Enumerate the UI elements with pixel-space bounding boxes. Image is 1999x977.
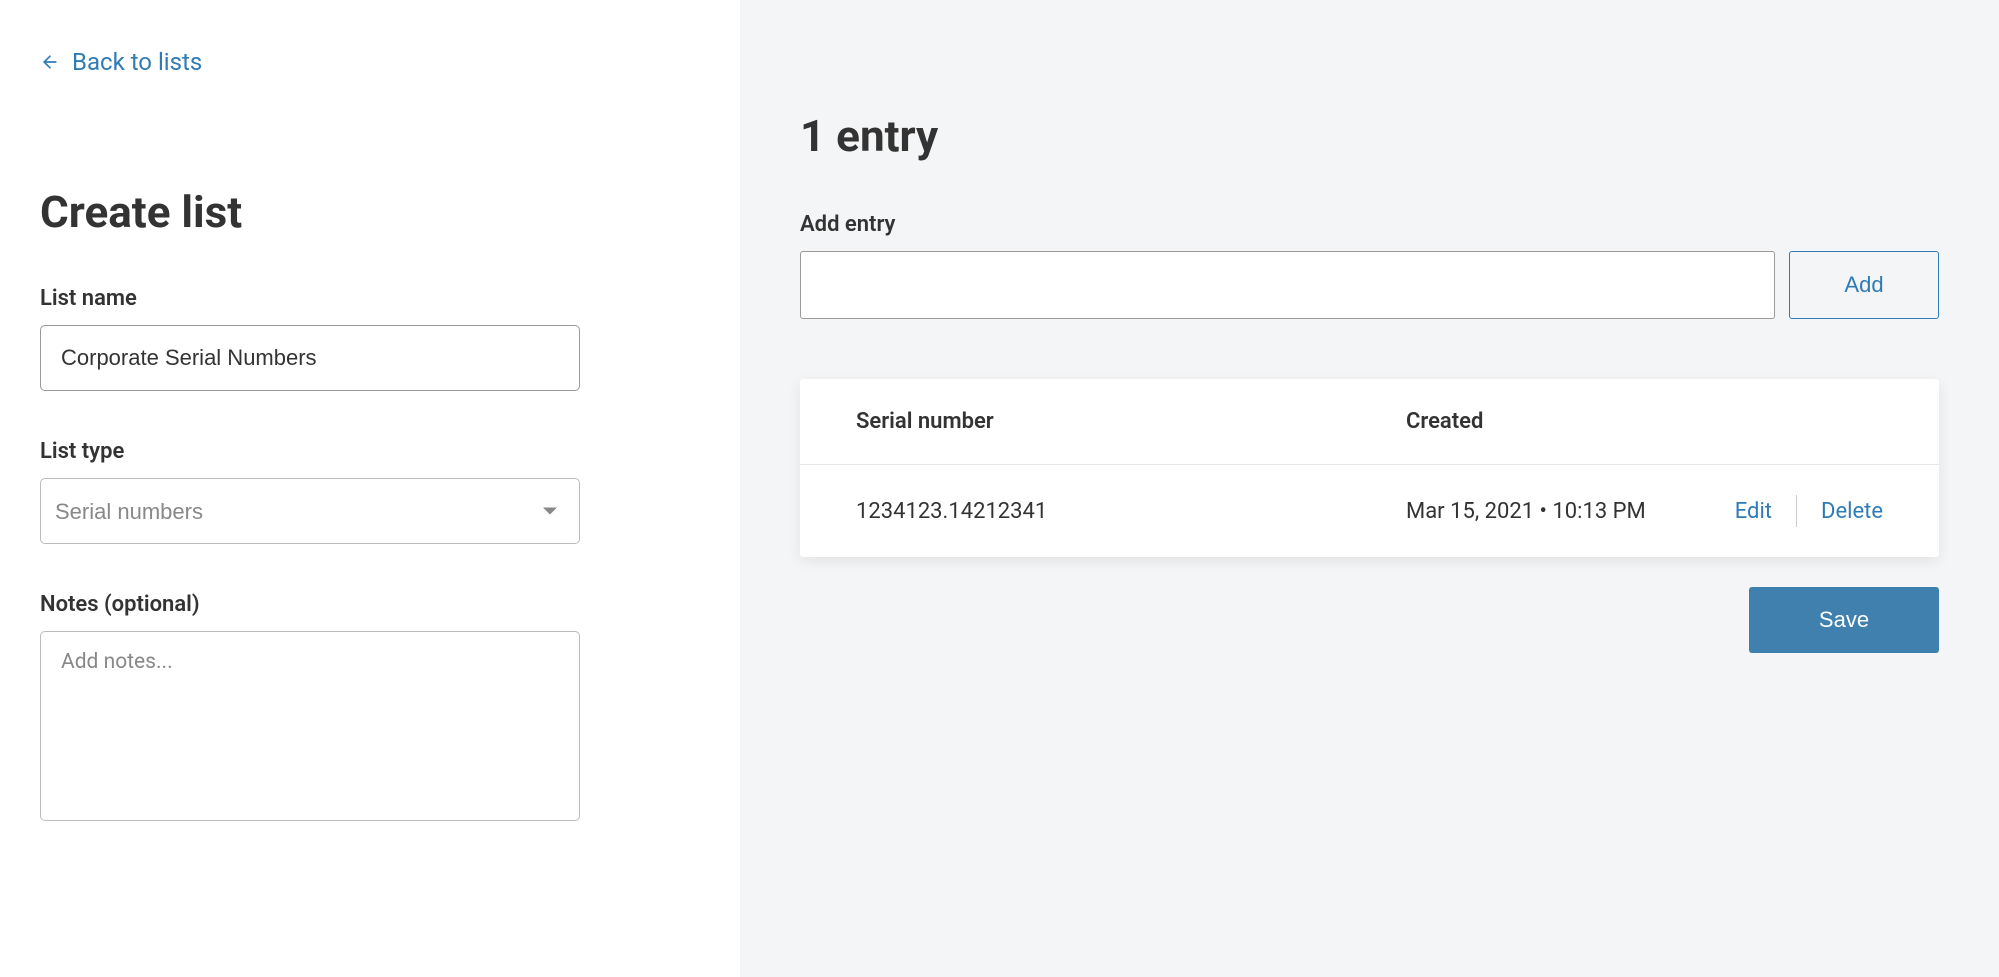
create-list-heading: Create list: [40, 186, 660, 238]
list-name-group: List name: [40, 286, 660, 391]
table-row: 1234123.14212341 Mar 15, 2021 • 10:13 PM…: [800, 465, 1939, 557]
notes-textarea[interactable]: [40, 631, 580, 821]
add-button[interactable]: Add: [1789, 251, 1939, 319]
list-type-label: List type: [40, 439, 660, 464]
list-type-group: List type Serial numbers: [40, 439, 660, 544]
table-cell-serial: 1234123.14212341: [856, 499, 1406, 524]
notes-label: Notes (optional): [40, 592, 660, 617]
delete-link[interactable]: Delete: [1821, 499, 1883, 524]
list-name-label: List name: [40, 286, 660, 311]
action-divider: [1796, 495, 1797, 527]
notes-group: Notes (optional): [40, 592, 660, 825]
table-header-created: Created: [1406, 409, 1883, 434]
edit-link[interactable]: Edit: [1735, 499, 1772, 524]
add-entry-section: Add entry Add: [800, 212, 1939, 319]
save-button[interactable]: Save: [1749, 587, 1939, 653]
entries-heading: 1 entry: [800, 110, 1939, 162]
add-entry-label: Add entry: [800, 212, 1939, 237]
table-header: Serial number Created: [800, 379, 1939, 465]
left-panel: Back to lists Create list List name List…: [0, 0, 740, 977]
back-link-label: Back to lists: [72, 48, 202, 76]
entries-table: Serial number Created 1234123.14212341 M…: [800, 379, 1939, 557]
list-type-select[interactable]: Serial numbers: [40, 478, 580, 544]
list-name-input[interactable]: [40, 325, 580, 391]
arrow-left-icon: [40, 52, 60, 72]
add-entry-input[interactable]: [800, 251, 1775, 319]
table-row-actions: Edit Delete: [1726, 495, 1883, 527]
table-header-serial: Serial number: [856, 409, 1406, 434]
table-cell-created: Mar 15, 2021 • 10:13 PM: [1406, 499, 1726, 524]
save-row: Save: [800, 587, 1939, 653]
back-to-lists-link[interactable]: Back to lists: [40, 48, 202, 76]
right-panel: 1 entry Add entry Add Serial number Crea…: [740, 0, 1999, 977]
